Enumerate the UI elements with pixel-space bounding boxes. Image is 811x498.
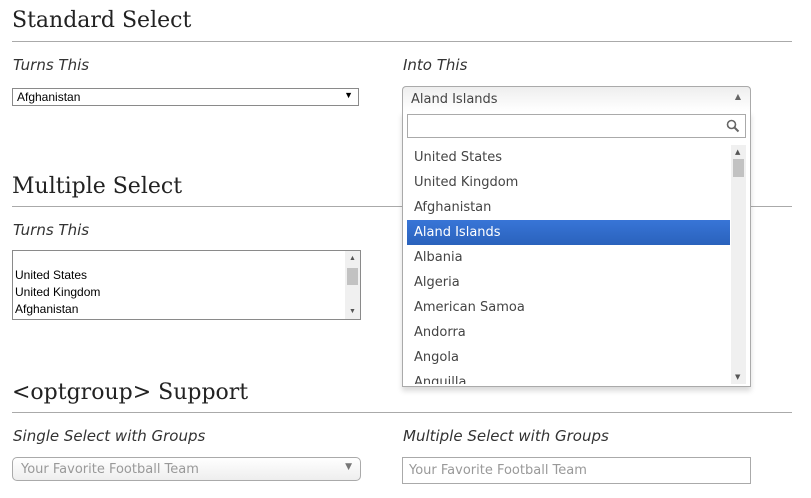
result-option[interactable]: Angola <box>407 345 730 370</box>
collapse-arrow-icon[interactable]: ▲ <box>735 92 741 101</box>
list-item[interactable]: United States <box>15 268 87 282</box>
multiple-turns-this-label: Turns This <box>13 221 90 239</box>
result-option-highlighted[interactable]: Aland Islands <box>407 220 730 245</box>
chosen-select-value: Aland Islands <box>411 92 498 107</box>
list-item[interactable]: Afghanistan <box>15 302 78 316</box>
result-option[interactable]: Anguilla <box>407 370 730 384</box>
optgroup-support-heading: <optgroup> Support <box>12 380 249 405</box>
result-option[interactable]: Albania <box>407 245 730 270</box>
scrollbar-thumb[interactable] <box>347 268 358 285</box>
dropdown-arrow-icon: ▼ <box>344 90 353 100</box>
divider <box>12 412 792 413</box>
native-country-select[interactable]: Afghanistan ▼ <box>12 88 359 106</box>
scroll-down-icon[interactable]: ▼ <box>735 373 740 381</box>
native-select-value: Afghanistan <box>17 90 81 104</box>
results-list: United States United Kingdom Afghanistan… <box>407 145 748 384</box>
football-team-multi-select[interactable]: Your Favorite Football Team <box>402 457 751 484</box>
standard-into-this-label: Into This <box>403 56 468 74</box>
list-item[interactable]: United Kingdom <box>15 285 100 299</box>
chosen-dropdown-panel: United States United Kingdom Afghanistan… <box>402 111 751 387</box>
single-groups-label: Single Select with Groups <box>13 427 206 445</box>
multiple-select-heading: Multiple Select <box>12 174 183 199</box>
listbox-scrollbar[interactable]: ▲ ▼ <box>345 251 360 319</box>
result-option[interactable]: United States <box>407 145 730 170</box>
result-option[interactable]: Andorra <box>407 320 730 345</box>
standard-turns-this-label: Turns This <box>13 56 90 74</box>
result-option[interactable]: Afghanistan <box>407 195 730 220</box>
multiple-groups-label: Multiple Select with Groups <box>403 427 609 445</box>
result-option[interactable]: Algeria <box>407 270 730 295</box>
single-select-placeholder: Your Favorite Football Team <box>21 462 199 477</box>
result-option[interactable]: United Kingdom <box>407 170 730 195</box>
search-input[interactable] <box>408 115 730 137</box>
native-multi-listbox[interactable]: United States United Kingdom Afghanistan… <box>12 250 361 320</box>
standard-select-heading: Standard Select <box>12 8 192 33</box>
results-scrollbar[interactable]: ▲ ▼ <box>731 145 746 384</box>
scroll-down-icon[interactable]: ▼ <box>349 308 356 315</box>
chosen-search-box[interactable] <box>407 114 746 138</box>
scroll-up-icon[interactable]: ▲ <box>735 148 740 156</box>
multi-select-placeholder: Your Favorite Football Team <box>409 463 587 478</box>
chosen-country-select[interactable]: Aland Islands ▲ <box>402 86 751 111</box>
divider <box>12 41 792 42</box>
scroll-up-icon[interactable]: ▲ <box>349 255 356 262</box>
result-option[interactable]: American Samoa <box>407 295 730 320</box>
scrollbar-thumb[interactable] <box>733 159 744 177</box>
dropdown-arrow-icon: ▼ <box>345 462 352 472</box>
football-team-single-select[interactable]: Your Favorite Football Team ▼ <box>12 457 361 481</box>
search-icon <box>726 119 740 133</box>
